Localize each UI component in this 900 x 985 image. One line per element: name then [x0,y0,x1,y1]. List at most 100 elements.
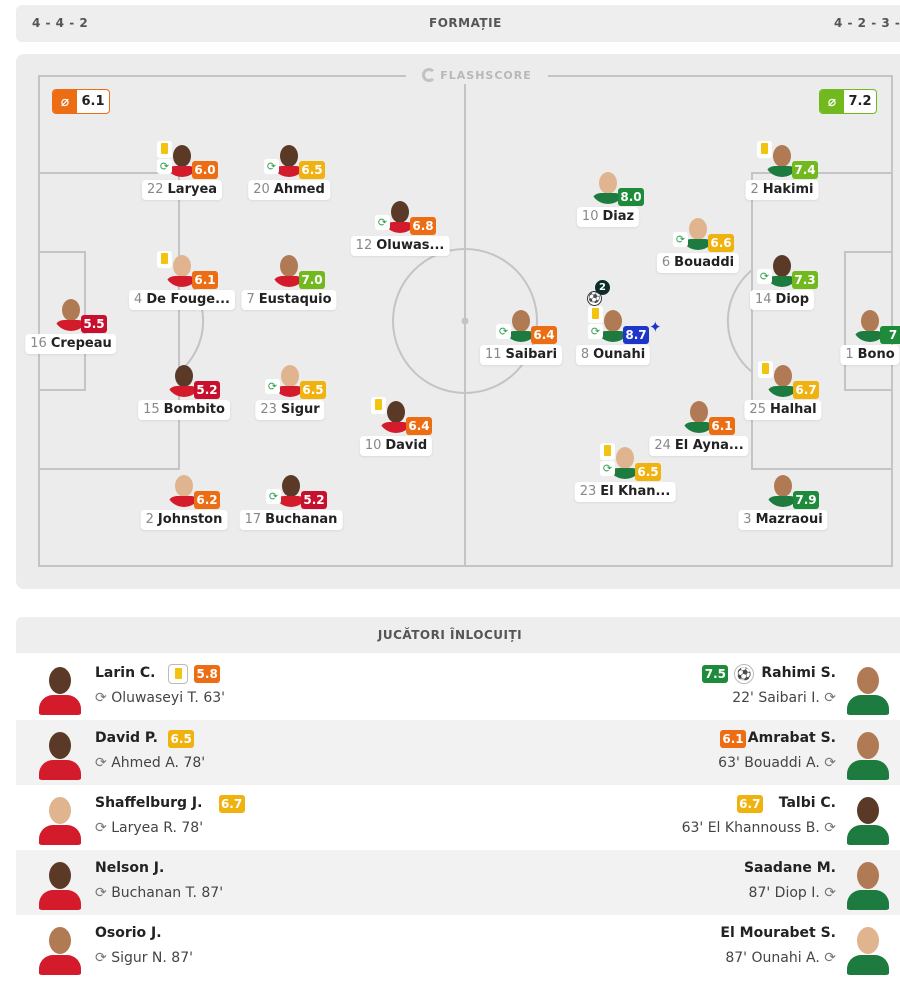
away-sub-replaced: 22' Saibari I. ⟳ [732,690,836,706]
avatar-shirt [39,825,81,845]
avatar-shirt [39,955,81,975]
home-sub-replaced: ⟳ Sigur N. 87' [95,950,193,966]
swap-icon: ⟳ [819,690,836,706]
player-rating: 6.1 [709,417,735,435]
player-rating: 8.0 [618,188,644,206]
away-sub-rating: 6.1 [720,730,746,748]
avatar-head [857,667,879,694]
substitutes-header: JUCĂTORI ÎNLOCUIȚI [16,617,900,653]
player-head [773,145,791,167]
player-name: Ahmed [273,182,325,197]
player-head [173,255,191,277]
player-label: 7 Eustaquio [241,290,337,310]
player-label: 14 Diop [749,290,815,310]
avatar-head [49,797,71,824]
player-head [512,310,530,332]
player-head [690,401,708,423]
player-rating: 7.3 [792,271,818,289]
substitution-row: Osorio J. ⟳ Sigur N. 87' El Mourabet S. 87'… [16,915,900,980]
away-sub-name[interactable]: Talbi C. [779,795,836,811]
avatar-shirt [847,825,889,845]
player-name: Bono [857,347,895,362]
home-sub-name[interactable]: Shaffelburg J. [95,795,202,811]
player-label: 20 Ahmed [248,180,330,200]
player-label: 4 De Fouge... [129,290,235,310]
player-number: 17 [244,512,262,527]
player-name: Mazraoui [755,512,823,527]
player-label: 2 Johnston [140,510,228,530]
player-rating: 6.4 [531,326,557,344]
player-name: Saibari [505,347,558,362]
player-label: 25 Halhal [744,400,822,420]
player-number: 15 [143,402,160,417]
away-sub-name[interactable]: Amrabat S. [748,730,836,746]
home-sub-name[interactable]: David P. [95,730,158,746]
player-avatar [846,791,890,845]
avatar-shirt [847,890,889,910]
player-rating: 6.0 [192,161,218,179]
away-sub-replaced: 63' Bouaddi A. ⟳ [718,755,836,771]
home-sub-rating: 5.8 [194,665,221,683]
player-name: Sigur [280,402,320,417]
yellow-card-icon [168,664,189,684]
average-icon: ⌀ [53,90,77,113]
home-sub-name[interactable]: Osorio J. [95,925,162,941]
substitution-icon: ⟳ [264,159,279,174]
player-label: 23 El Khan... [574,482,676,502]
yellow-card-icon [758,361,773,378]
swap-icon: ⟳ [95,820,112,836]
player-label: 17 Buchanan [239,510,343,530]
player-avatar [38,726,82,780]
avatar-head [857,797,879,824]
player-rating: 6.4 [406,417,432,435]
player-label: 3 Mazraoui [738,510,828,530]
player-number: 8 [580,347,590,362]
home-formation: 4 - 4 - 2 [32,16,89,30]
player-head [387,401,405,423]
player-name: Halhal [769,402,817,417]
substitution-icon: ⟳ [265,379,280,394]
player-number: 4 [134,292,143,307]
player-head [774,475,792,497]
player-rating: 7.9 [793,491,819,509]
pitch: FLASHSCORE ⌀ 6.1 ⌀ 7.2 5.5 16 Crepeau 6.0 ⟳ 2… [16,54,900,589]
yellow-card-icon [157,141,172,158]
replaced-player: Sigur N. 87' [111,950,193,966]
player-avatar [846,921,890,975]
player-head [774,365,792,387]
yellow-card-icon [757,141,772,158]
away-sub-name[interactable]: Rahimi S. [761,665,836,681]
home-sub-name[interactable]: Larin C. [95,665,156,681]
avatar-head [857,732,879,759]
player-name: Crepeau [50,336,112,351]
replaced-player: 87' Diop I. [748,885,820,901]
player-rating: 7.0 [299,271,325,289]
away-sub-name[interactable]: Saadane M. [744,860,836,876]
player-number: 12 [355,238,373,253]
player-number: 10 [364,438,382,453]
player-rating: 6.1 [192,271,218,289]
away-sub-name[interactable]: El Mourabet S. [720,925,836,941]
player-rating: 8.7 [623,326,649,344]
player-rating: 7.4 [792,161,818,179]
home-sub-name[interactable]: Nelson J. [95,860,164,876]
substitution-icon: ⟳ [266,489,281,504]
substitution-row: Nelson J. ⟳ Buchanan T. 87' Saadane M. 87' … [16,850,900,915]
avatar-shirt [847,695,889,715]
home-sub-replaced: ⟳ Laryea R. 78' [95,820,203,836]
goals-count-badge: 2 [595,280,610,295]
avatar-head [49,927,71,954]
avatar-head [49,862,71,889]
player-number: 22 [146,182,164,197]
player-head [62,299,80,321]
player-avatar [846,726,890,780]
player-name: Eustaquio [258,292,332,307]
away-sub-replaced: 63' El Khannouss B. ⟳ [682,820,836,836]
yellow-card-icon [600,443,615,460]
player-head [599,172,617,194]
swap-icon: ⟳ [95,690,112,706]
player-label: 10 David [359,436,433,456]
player-avatar [846,856,890,910]
away-sub-replaced: 87' Diop I. ⟳ [749,885,836,901]
player-number: 7 [246,292,255,307]
